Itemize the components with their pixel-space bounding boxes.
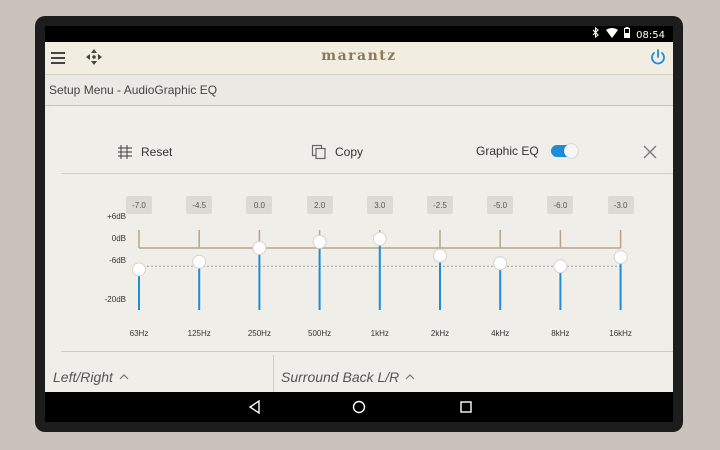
eq-value-box[interactable]: -2.5	[427, 196, 453, 214]
eq-slider-knob[interactable]	[493, 256, 508, 271]
eq-divider	[61, 351, 673, 352]
eq-frequency-label: 2kHz	[430, 329, 450, 338]
eq-slider-knob[interactable]	[613, 250, 628, 265]
app-bar: marantz	[45, 42, 673, 75]
eq-frequency-label: 4kHz	[491, 329, 510, 338]
power-icon[interactable]	[649, 48, 667, 66]
nav-bar	[45, 392, 673, 422]
recents-icon[interactable]	[458, 399, 474, 415]
speaker-separator	[273, 355, 274, 392]
status-bar: 08:54	[45, 26, 673, 42]
eq-value-box[interactable]: -5.0	[487, 196, 514, 214]
eq-slider-knob[interactable]	[132, 262, 146, 277]
eq-panel: Reset Copy Graphic EQ +6dB 0dB -6dB -20d…	[53, 106, 673, 392]
clock: 08:54	[636, 29, 665, 41]
eq-graph: +6dB 0dB -6dB -20dB -7.0 63Hz -4.5 125Hz 0.0…	[53, 106, 665, 392]
eq-frequency-label: 8kHz	[551, 329, 570, 338]
surround-back-dropdown[interactable]: Surround Back L/R	[281, 369, 415, 385]
eq-value-box[interactable]: -4.5	[186, 196, 213, 214]
speaker-left-right-label: Left/Right	[53, 369, 113, 385]
eq-slider-knob[interactable]	[312, 234, 327, 249]
brand-logo: marantz	[321, 48, 397, 64]
back-icon[interactable]	[247, 399, 263, 415]
bluetooth-icon	[592, 26, 600, 43]
eq-frequency-label: 500Hz	[308, 329, 332, 338]
eq-slider-knob[interactable]	[252, 241, 267, 255]
page-title: Setup Menu - AudioGraphic EQ	[49, 83, 218, 97]
eq-frequency-label: 125Hz	[187, 329, 211, 338]
eq-frequency-label: 250Hz	[247, 329, 271, 338]
eq-frequency-label: 63Hz	[129, 329, 149, 338]
chevron-up-icon	[119, 374, 129, 380]
eq-slider-knob[interactable]	[433, 248, 447, 263]
wifi-icon	[606, 27, 619, 43]
chevron-up-icon	[405, 374, 415, 380]
eq-sliders-svg	[132, 230, 628, 310]
eq-slider-knob[interactable]	[192, 254, 207, 269]
surround-back-label: Surround Back L/R	[281, 369, 400, 385]
eq-slider-knob[interactable]	[372, 231, 387, 246]
eq-slider-knob[interactable]	[553, 259, 568, 274]
eq-frequency-label: 16kHz	[609, 329, 632, 338]
eq-value-box[interactable]: -3.0	[607, 196, 634, 214]
eq-value-box[interactable]: 3.0	[366, 196, 393, 214]
speaker-selector-row: Left/Right Surround Back L/R	[53, 353, 673, 392]
speaker-left-right-dropdown[interactable]: Left/Right	[53, 369, 129, 385]
battery-icon	[624, 27, 631, 43]
eq-value-box[interactable]: -7.0	[126, 196, 152, 214]
breadcrumb: Setup Menu - AudioGraphic EQ	[45, 75, 673, 106]
eq-value-box[interactable]: 2.0	[306, 196, 333, 214]
tablet-frame: 08:54 marantz Setup Menu - AudioGraphic …	[35, 16, 683, 432]
eq-value-box[interactable]: 0.0	[246, 196, 273, 214]
eq-value-box[interactable]: -6.0	[547, 196, 574, 214]
eq-frequency-label: 1kHz	[370, 329, 389, 338]
screen: 08:54 marantz Setup Menu - AudioGraphic …	[45, 26, 673, 392]
home-icon[interactable]	[351, 399, 367, 415]
